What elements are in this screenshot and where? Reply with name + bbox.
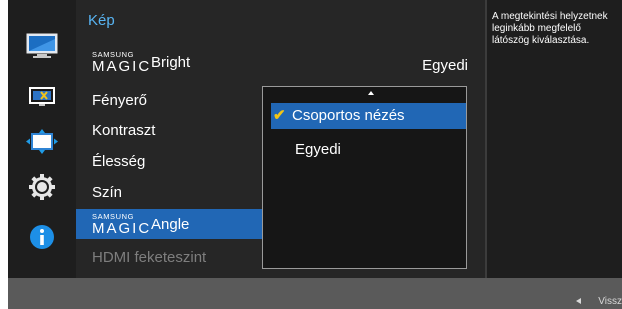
- magic-angle-dropdown[interactable]: ✔ Csoportos nézés Egyedi: [262, 86, 467, 269]
- menu-item-label: Kontraszt: [92, 122, 156, 139]
- option-group-view[interactable]: ✔ Csoportos nézés: [271, 103, 466, 129]
- menu-item-label: Bright: [151, 54, 191, 71]
- menu-item-label: Élesség: [92, 153, 146, 170]
- magic-bright-label: SAMSUNG MAGIC Bright: [92, 48, 262, 76]
- menu-item-label: HDMI feketeszint: [92, 249, 207, 266]
- position-icon[interactable]: [26, 129, 58, 155]
- menu-item-brightness[interactable]: Fényerő: [76, 86, 266, 116]
- checkmark-icon: ✔: [273, 107, 286, 124]
- menu-title: Kép: [88, 12, 115, 29]
- description-panel: A megtekintési helyzetnek leginkább megf…: [487, 0, 622, 278]
- picture-menu: Kép SAMSUNG MAGIC Bright Egyedi Fényerő …: [76, 0, 487, 278]
- menu-item-hdmi-black-level: HDMI feketeszint: [76, 243, 266, 273]
- brand-magic: MAGIC: [92, 58, 152, 75]
- settings-gear-icon[interactable]: [26, 174, 58, 200]
- description-text: A megtekintési helyzetnek leginkább megf…: [492, 11, 608, 46]
- brand-magic: MAGIC: [92, 220, 152, 237]
- back-button[interactable]: Vissz: [576, 296, 622, 309]
- menu-item-label: Angle: [151, 216, 190, 233]
- picture-size-icon[interactable]: [26, 83, 58, 109]
- option-custom[interactable]: Egyedi: [271, 137, 466, 163]
- option-label: Egyedi: [295, 141, 341, 158]
- menu-item-label: Fényerő: [92, 92, 148, 109]
- magic-bright-value: Egyedi: [422, 57, 468, 74]
- menu-item-magic-bright[interactable]: SAMSUNG MAGIC Bright: [76, 47, 266, 77]
- footer-bar: Vissz: [8, 278, 622, 309]
- menu-item-color[interactable]: Szín: [76, 178, 266, 208]
- monitor-icon[interactable]: [26, 33, 58, 59]
- menu-item-contrast[interactable]: Kontraszt: [76, 116, 266, 146]
- back-arrow-icon: [576, 298, 582, 304]
- magic-angle-label: SAMSUNG MAGIC Angle: [92, 210, 262, 238]
- sidebar: [8, 0, 76, 278]
- menu-item-sharpness[interactable]: Élesség: [76, 147, 266, 177]
- scroll-up-arrow-icon[interactable]: [368, 91, 374, 95]
- back-label: Vissz: [598, 296, 622, 307]
- menu-item-magic-angle[interactable]: SAMSUNG MAGIC Angle: [76, 209, 266, 239]
- option-label: Csoportos nézés: [292, 107, 405, 124]
- osd-window: Kép SAMSUNG MAGIC Bright Egyedi Fényerő …: [8, 0, 622, 309]
- info-icon[interactable]: [26, 224, 58, 250]
- menu-item-label: Szín: [92, 184, 123, 201]
